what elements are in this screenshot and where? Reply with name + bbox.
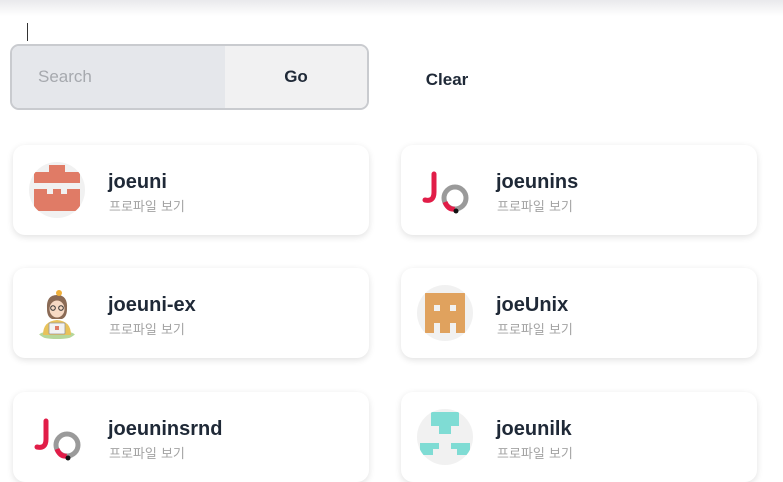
user-card-joeunilk[interactable]: joeunilk 프로파일 보기 xyxy=(401,392,757,482)
text-cursor xyxy=(27,23,28,41)
user-card-joeunins[interactable]: joeunins 프로파일 보기 xyxy=(401,145,757,235)
view-profile-link[interactable]: 프로파일 보기 xyxy=(109,196,185,215)
jo-logo-avatar xyxy=(29,409,85,465)
identicon-coral-avatar xyxy=(29,162,85,218)
username: joeunins xyxy=(496,171,579,193)
identicon-orange-avatar xyxy=(417,285,473,341)
user-card-joeuni[interactable]: joeuni 프로파일 보기 xyxy=(13,145,369,235)
username: joeuni-ex xyxy=(108,294,196,316)
view-profile-link[interactable]: 프로파일 보기 xyxy=(109,319,185,338)
view-profile-link[interactable]: 프로파일 보기 xyxy=(497,443,573,462)
clear-button[interactable]: Clear xyxy=(404,58,490,102)
username: joeuninsrnd xyxy=(108,418,223,440)
search-input[interactable] xyxy=(12,46,225,108)
view-profile-link[interactable]: 프로파일 보기 xyxy=(497,196,573,215)
illustrated-person-avatar xyxy=(29,285,85,341)
identicon-teal-avatar xyxy=(417,409,473,465)
jo-logo-avatar xyxy=(417,162,473,218)
top-header-shadow xyxy=(0,0,783,16)
username: joeuni xyxy=(108,171,167,193)
user-card-joeUnix[interactable]: joeUnix 프로파일 보기 xyxy=(401,268,757,358)
username: joeunilk xyxy=(496,418,572,440)
user-card-joeuni-ex[interactable]: joeuni-ex 프로파일 보기 xyxy=(13,268,369,358)
view-profile-link[interactable]: 프로파일 보기 xyxy=(497,319,573,338)
user-card-joeuninsrnd[interactable]: joeuninsrnd 프로파일 보기 xyxy=(13,392,369,482)
go-button[interactable]: Go xyxy=(225,46,367,108)
search-bar: Go xyxy=(10,44,369,110)
username: joeUnix xyxy=(496,294,569,316)
view-profile-link[interactable]: 프로파일 보기 xyxy=(109,443,185,462)
